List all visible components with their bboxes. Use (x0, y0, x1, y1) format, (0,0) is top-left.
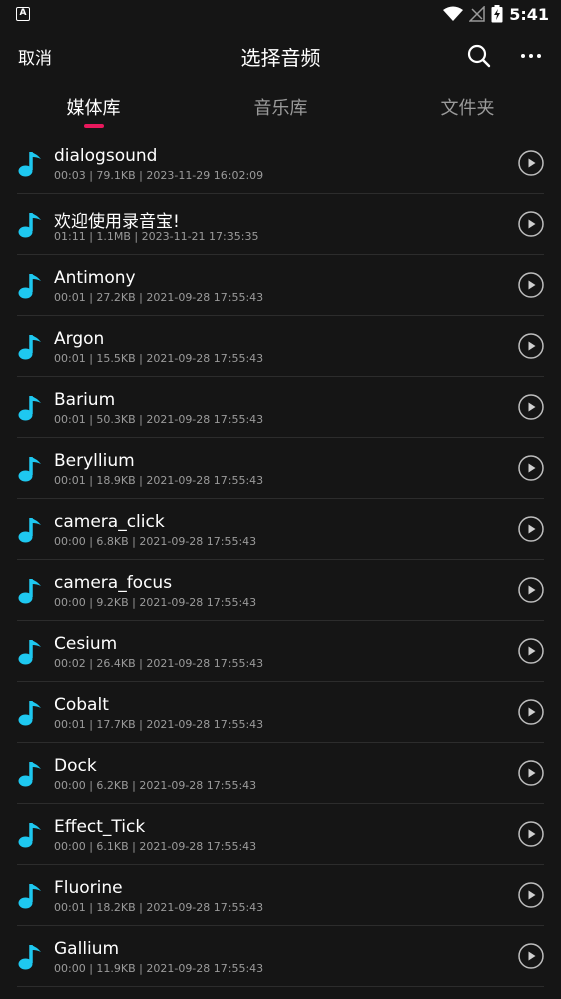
audio-list-item[interactable]: 欢迎使用录音宝! 01:11 | 1.1MB | 2023-11-21 17:3… (17, 194, 544, 255)
audio-list-item[interactable]: Argon 00:01 | 15.5KB | 2021-09-28 17:55:… (17, 316, 544, 377)
play-icon[interactable] (518, 455, 544, 481)
audio-meta: 00:01 | 15.5KB | 2021-09-28 17:55:43 (54, 352, 264, 365)
audio-list-item[interactable]: camera_focus 00:00 | 9.2KB | 2021-09-28 … (17, 560, 544, 621)
music-note-icon (18, 579, 41, 604)
audio-name: Antimony (54, 268, 136, 288)
play-icon[interactable] (518, 760, 544, 786)
audio-list-item[interactable]: Dock 00:00 | 6.2KB | 2021-09-28 17:55:43 (17, 743, 544, 804)
tab-label: 媒体库 (66, 98, 121, 119)
audio-name: Gallium (54, 939, 120, 959)
music-note-icon (18, 213, 41, 238)
play-icon[interactable] (518, 699, 544, 725)
status-left: A (16, 7, 30, 21)
tab-label: 音乐库 (253, 98, 308, 119)
tab-label: 文件夹 (440, 98, 495, 119)
music-note-icon (18, 274, 41, 299)
play-icon[interactable] (518, 638, 544, 664)
more-options-icon[interactable] (518, 43, 544, 69)
play-icon[interactable] (518, 516, 544, 542)
audio-name: dialogsound (54, 146, 158, 166)
search-icon[interactable] (466, 43, 492, 69)
tab-media-library[interactable]: 媒体库 (0, 84, 187, 130)
music-note-icon (18, 335, 41, 360)
play-icon[interactable] (518, 821, 544, 847)
music-note-icon (18, 701, 41, 726)
audio-name: Effect_Tick (54, 817, 146, 837)
tab-bar: 媒体库 音乐库 文件夹 (0, 84, 561, 130)
tab-active-indicator (83, 124, 104, 128)
audio-list-item[interactable]: Cesium 00:02 | 26.4KB | 2021-09-28 17:55… (17, 621, 544, 682)
music-note-icon (18, 640, 41, 665)
audio-name: Cesium (54, 634, 118, 654)
tab-music-library[interactable]: 音乐库 (187, 84, 374, 130)
audio-name: Argon (54, 329, 105, 349)
app-notification-icon: A (16, 7, 30, 21)
audio-meta: 00:01 | 18.2KB | 2021-09-28 17:55:43 (54, 901, 264, 914)
audio-meta: 00:01 | 17.7KB | 2021-09-28 17:55:43 (54, 718, 264, 731)
audio-meta: 00:02 | 26.4KB | 2021-09-28 17:55:43 (54, 657, 264, 670)
music-note-icon (18, 762, 41, 787)
tab-folder[interactable]: 文件夹 (374, 84, 561, 130)
audio-meta: 00:00 | 6.8KB | 2021-09-28 17:55:43 (54, 535, 257, 548)
battery-icon (491, 5, 503, 23)
audio-list-item[interactable]: Barium 00:01 | 50.3KB | 2021-09-28 17:55… (17, 377, 544, 438)
audio-list-item[interactable]: Cobalt 00:01 | 17.7KB | 2021-09-28 17:55… (17, 682, 544, 743)
audio-name: camera_focus (54, 573, 173, 593)
audio-meta: 00:00 | 11.9KB | 2021-09-28 17:55:43 (54, 962, 264, 975)
play-icon[interactable] (518, 272, 544, 298)
music-note-icon (18, 396, 41, 421)
play-icon[interactable] (518, 943, 544, 969)
audio-list: dialogsound 00:03 | 79.1KB | 2023-11-29 … (0, 133, 561, 987)
audio-list-item[interactable]: dialogsound 00:03 | 79.1KB | 2023-11-29 … (17, 133, 544, 194)
play-icon[interactable] (518, 333, 544, 359)
audio-meta: 00:00 | 9.2KB | 2021-09-28 17:55:43 (54, 596, 257, 609)
play-icon[interactable] (518, 211, 544, 237)
audio-meta: 01:11 | 1.1MB | 2023-11-21 17:35:35 (54, 230, 259, 243)
music-note-icon (18, 823, 41, 848)
audio-meta: 00:00 | 6.2KB | 2021-09-28 17:55:43 (54, 779, 257, 792)
status-bar: A 5:41 (0, 0, 561, 28)
play-icon[interactable] (518, 577, 544, 603)
audio-name: Dock (54, 756, 97, 776)
audio-meta: 00:03 | 79.1KB | 2023-11-29 16:02:09 (54, 169, 264, 182)
audio-name: 欢迎使用录音宝! (54, 212, 180, 232)
audio-name: Beryllium (54, 451, 135, 471)
audio-name: camera_click (54, 512, 165, 532)
status-right: 5:41 (443, 5, 549, 24)
signal-icon (469, 6, 485, 22)
audio-list-item[interactable]: Antimony 00:01 | 27.2KB | 2021-09-28 17:… (17, 255, 544, 316)
wifi-icon (443, 6, 464, 21)
play-icon[interactable] (518, 882, 544, 908)
music-note-icon (18, 152, 41, 177)
audio-list-item[interactable]: Effect_Tick 00:00 | 6.1KB | 2021-09-28 1… (17, 804, 544, 865)
audio-meta: 00:01 | 18.9KB | 2021-09-28 17:55:43 (54, 474, 264, 487)
audio-list-item[interactable]: camera_click 00:00 | 6.8KB | 2021-09-28 … (17, 499, 544, 560)
status-time: 5:41 (509, 4, 549, 24)
music-note-icon (18, 518, 41, 543)
audio-list-item[interactable]: Beryllium 00:01 | 18.9KB | 2021-09-28 17… (17, 438, 544, 499)
audio-name: Fluorine (54, 878, 123, 898)
audio-meta: 00:00 | 6.1KB | 2021-09-28 17:55:43 (54, 840, 257, 853)
cancel-button[interactable]: 取消 (18, 44, 52, 69)
play-icon[interactable] (518, 150, 544, 176)
audio-meta: 00:01 | 50.3KB | 2021-09-28 17:55:43 (54, 413, 264, 426)
music-note-icon (18, 884, 41, 909)
audio-list-item[interactable]: Gallium 00:00 | 11.9KB | 2021-09-28 17:5… (17, 926, 544, 987)
audio-meta: 00:01 | 27.2KB | 2021-09-28 17:55:43 (54, 291, 264, 304)
toolbar: 取消 选择音频 (0, 28, 561, 84)
play-icon[interactable] (518, 394, 544, 420)
audio-list-item[interactable]: Fluorine 00:01 | 18.2KB | 2021-09-28 17:… (17, 865, 544, 926)
audio-name: Barium (54, 390, 116, 410)
music-note-icon (18, 457, 41, 482)
music-note-icon (18, 945, 41, 970)
audio-name: Cobalt (54, 695, 109, 715)
